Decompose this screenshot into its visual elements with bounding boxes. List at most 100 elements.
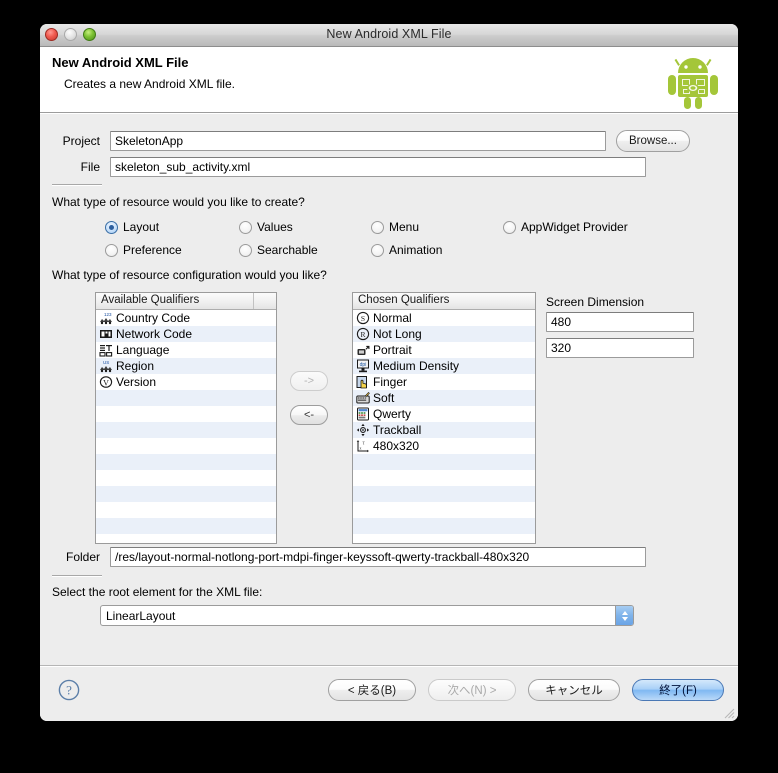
folder-row: Folder [52, 547, 712, 567]
radio-appwidget-provider-icon [503, 220, 516, 234]
configuration-question: What type of resource configuration woul… [52, 268, 327, 282]
available-qualifiers-list[interactable]: Available Qualifiers 123 Country Code Ne… [95, 292, 277, 544]
radio-values[interactable]: Values [239, 220, 293, 234]
screen-dimension-icon: T x [356, 440, 369, 453]
list-item-label: Medium Density [373, 359, 460, 373]
project-label: Project [62, 134, 100, 148]
available-qualifiers-header-label: Available Qualifiers [96, 293, 254, 309]
radio-animation[interactable]: Animation [371, 243, 442, 257]
list-item[interactable]: R Not Long [353, 326, 535, 342]
list-item[interactable]: 123 Country Code [96, 310, 276, 326]
radio-layout[interactable]: Layout [105, 220, 159, 234]
browse-button[interactable]: Browse... [616, 130, 690, 152]
resize-grip-icon[interactable] [722, 706, 735, 719]
svg-text:US: US [103, 360, 109, 365]
list-item-empty [353, 470, 535, 486]
density-icon: dpi [357, 359, 369, 373]
list-item[interactable]: Finger [353, 374, 535, 390]
divider-highlight [52, 185, 102, 186]
screen-width-input[interactable] [546, 312, 694, 332]
window-titlebar: New Android XML File [40, 24, 738, 47]
list-item-empty [96, 438, 276, 454]
list-item[interactable]: Trackball [353, 422, 535, 438]
list-item-empty [96, 422, 276, 438]
list-item-label: Network Code [116, 327, 193, 341]
available-qualifiers-header-extra [254, 293, 276, 309]
project-input[interactable] [110, 131, 606, 151]
list-item[interactable]: Qwerty [353, 406, 535, 422]
country-code-icon: 123 [100, 312, 112, 325]
root-element-select[interactable]: LinearLayout [100, 605, 634, 626]
text-input-icon [357, 407, 369, 421]
list-item[interactable]: US Region [96, 358, 276, 374]
chosen-qualifiers-list[interactable]: Chosen Qualifiers S Normal R Not Long Po… [352, 292, 536, 544]
network-code-icon [100, 330, 112, 338]
dialog-window: New Android XML File New Android XML Fil… [40, 24, 738, 721]
list-item[interactable]: Portrait [353, 342, 535, 358]
radio-values-icon [239, 220, 252, 234]
svg-text:dpi: dpi [360, 362, 367, 368]
list-item[interactable]: V Version [96, 374, 276, 390]
resource-type-question: What type of resource would you like to … [52, 195, 305, 209]
list-item-empty [96, 454, 276, 470]
svg-text:S: S [361, 314, 365, 323]
screen-ratio-icon: R [356, 327, 370, 341]
version-icon: V [99, 376, 113, 388]
radio-animation-label: Animation [389, 243, 443, 257]
radio-layout-icon [105, 220, 118, 234]
radio-appwidget-provider[interactable]: AppWidget Provider [503, 220, 628, 234]
radio-preference-label: Preference [123, 243, 182, 257]
list-item[interactable]: Network Code [96, 326, 276, 342]
list-item-label: Country Code [116, 311, 191, 325]
list-item-empty [353, 518, 535, 534]
list-item-label: Region [116, 359, 155, 373]
root-element-label: Select the root element for the XML file… [52, 585, 263, 599]
page-title: New Android XML File [52, 55, 189, 70]
add-qualifier-button[interactable]: -> [290, 371, 328, 391]
list-item-empty [96, 518, 276, 534]
list-item-label: Qwerty [373, 407, 412, 421]
footer-buttons: < 戻る(B) 次へ(N) > キャンセル 終了(F) [328, 679, 724, 701]
radio-menu[interactable]: Menu [371, 220, 419, 234]
radio-values-label: Values [257, 220, 293, 234]
project-row: Project Browse... [52, 130, 712, 152]
radio-searchable-label: Searchable [257, 243, 318, 257]
svg-text:T: T [363, 441, 366, 446]
available-qualifiers-header: Available Qualifiers [96, 293, 276, 310]
list-item-empty [353, 486, 535, 502]
dialog-footer: ? < 戻る(B) 次へ(N) > キャンセル 終了(F) [40, 665, 738, 721]
list-item-empty [353, 502, 535, 518]
chosen-qualifiers-header-label: Chosen Qualifiers [358, 294, 450, 306]
file-input[interactable] [110, 157, 646, 177]
chevron-updown-icon [615, 606, 633, 625]
radio-searchable-icon [239, 243, 252, 257]
list-item-label: Normal [373, 311, 412, 325]
help-icon[interactable]: ? [58, 679, 80, 701]
list-item-label: Not Long [373, 327, 422, 341]
svg-text:R: R [360, 330, 365, 339]
list-item-label: 480x320 [373, 439, 420, 453]
radio-preference[interactable]: Preference [105, 243, 182, 257]
list-item[interactable]: Soft [353, 390, 535, 406]
file-row: File [52, 157, 712, 177]
list-item[interactable]: Language [96, 342, 276, 358]
remove-qualifier-button[interactable]: <- [290, 405, 328, 425]
list-item[interactable]: dpi Medium Density [353, 358, 535, 374]
list-item-empty [96, 470, 276, 486]
footer-highlight [40, 666, 738, 667]
keyboard-state-icon [356, 391, 370, 404]
list-item[interactable]: S Normal [353, 310, 535, 326]
navigation-icon [356, 423, 370, 437]
list-item-label: Trackball [373, 423, 422, 437]
folder-input[interactable] [110, 547, 646, 567]
cancel-button[interactable]: キャンセル [528, 679, 620, 701]
root-element-value: LinearLayout [106, 608, 176, 623]
radio-searchable[interactable]: Searchable [239, 243, 318, 257]
android-robot-logo [668, 58, 718, 109]
orientation-icon [357, 345, 370, 355]
list-item-empty [353, 454, 535, 470]
finish-button[interactable]: 終了(F) [632, 679, 724, 701]
screen-height-input[interactable] [546, 338, 694, 358]
list-item[interactable]: T x 480x320 [353, 438, 535, 454]
back-button[interactable]: < 戻る(B) [328, 679, 416, 701]
